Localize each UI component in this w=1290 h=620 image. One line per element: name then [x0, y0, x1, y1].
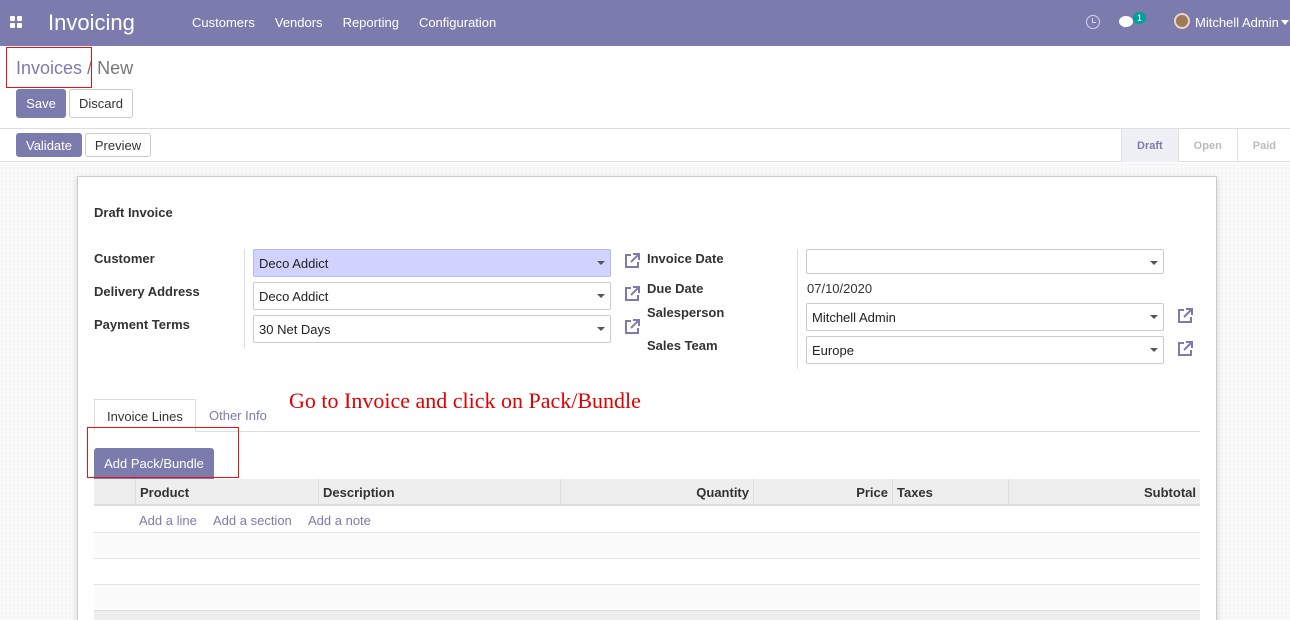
invoice-date-label: Invoice Date [647, 251, 724, 266]
column-divider [244, 249, 245, 349]
customer-field[interactable]: Deco Addict [253, 249, 611, 277]
form-statusbar [0, 129, 1290, 162]
user-menu[interactable]: Mitchell Admin [1195, 15, 1279, 30]
column-price[interactable]: Price [753, 479, 892, 506]
validate-button[interactable]: Validate [16, 133, 82, 157]
apps-menu-icon[interactable] [10, 16, 22, 28]
column-subtotal[interactable]: Subtotal [1008, 479, 1200, 506]
delivery-address-value: Deco Addict [259, 289, 329, 304]
status-steps: Draft Open Paid [1121, 129, 1290, 162]
column-description[interactable]: Description [318, 479, 560, 506]
chevron-down-icon[interactable] [597, 261, 605, 265]
delivery-address-field[interactable]: Deco Addict [253, 282, 611, 310]
chat-count-badge: 1 [1133, 12, 1147, 24]
chevron-down-icon[interactable] [597, 327, 605, 331]
annotation-text: Go to Invoice and click on Pack/Bundle [289, 388, 641, 413]
status-paid: Paid [1236, 129, 1290, 162]
sales-team-value: Europe [812, 343, 854, 358]
chat-icon[interactable] [1119, 16, 1133, 28]
sales-team-label: Sales Team [647, 338, 718, 353]
form-title: Draft Invoice [94, 205, 173, 220]
column-product[interactable]: Product [135, 479, 318, 506]
menu-customers[interactable]: Customers [182, 15, 265, 30]
customer-label: Customer [94, 251, 155, 266]
menu-reporting[interactable]: Reporting [333, 15, 409, 30]
invoice-date-field[interactable] [806, 249, 1164, 274]
chevron-down-icon[interactable] [1150, 315, 1158, 319]
payment-terms-label: Payment Terms [94, 317, 190, 332]
column-quantity[interactable]: Quantity [560, 479, 753, 506]
menu-vendors[interactable]: Vendors [265, 15, 333, 30]
table-row [94, 533, 1200, 559]
external-link-icon[interactable] [1176, 340, 1194, 358]
app-brand[interactable]: Invoicing [48, 10, 135, 36]
status-open: Open [1177, 129, 1237, 162]
table-footer [94, 610, 1200, 620]
external-link-icon[interactable] [623, 285, 641, 303]
discard-button[interactable]: Discard [69, 89, 133, 118]
form-sheet: Draft Invoice Customer Delivery Address … [77, 176, 1217, 620]
chevron-down-icon[interactable] [1150, 348, 1158, 352]
salesperson-field[interactable]: Mitchell Admin [806, 303, 1164, 331]
breadcrumb-current: New [97, 58, 134, 78]
sales-team-field[interactable]: Europe [806, 336, 1164, 364]
table-row [94, 559, 1200, 585]
user-avatar[interactable] [1174, 13, 1190, 29]
add-section-link[interactable]: Add a section [213, 513, 292, 528]
save-button[interactable]: Save [16, 89, 66, 118]
column-divider [797, 249, 798, 369]
payment-terms-value: 30 Net Days [259, 322, 331, 337]
handle-column [94, 479, 135, 506]
column-taxes[interactable]: Taxes [892, 479, 1008, 506]
external-link-icon[interactable] [1176, 307, 1194, 325]
chevron-down-icon[interactable] [597, 294, 605, 298]
table-row [94, 585, 1200, 611]
salesperson-value: Mitchell Admin [812, 310, 896, 325]
highlight-box-invoices [6, 47, 92, 88]
chevron-down-icon[interactable] [1281, 20, 1289, 25]
highlight-box-pack-bundle [87, 427, 239, 478]
external-link-icon[interactable] [623, 318, 641, 336]
customer-value: Deco Addict [259, 256, 329, 271]
menu-configuration[interactable]: Configuration [409, 15, 506, 30]
chevron-down-icon[interactable] [1150, 261, 1158, 265]
payment-terms-field[interactable]: 30 Net Days [253, 315, 611, 343]
add-line-link[interactable]: Add a line [139, 513, 197, 528]
add-note-link[interactable]: Add a note [308, 513, 371, 528]
delivery-address-label: Delivery Address [94, 284, 200, 299]
preview-button[interactable]: Preview [85, 133, 151, 157]
top-navbar: Invoicing Customers Vendors Reporting Co… [0, 0, 1290, 46]
due-date-label: Due Date [647, 281, 704, 296]
activity-clock-icon[interactable] [1086, 15, 1100, 29]
status-draft: Draft [1121, 129, 1178, 162]
salesperson-label: Salesperson [647, 305, 725, 320]
due-date-value[interactable]: 07/10/2020 [807, 281, 872, 296]
external-link-icon[interactable] [623, 252, 641, 270]
invoice-lines-header: Product Description Quantity Price Taxes… [94, 479, 1200, 506]
main-menu: Customers Vendors Reporting Configuratio… [182, 15, 506, 30]
